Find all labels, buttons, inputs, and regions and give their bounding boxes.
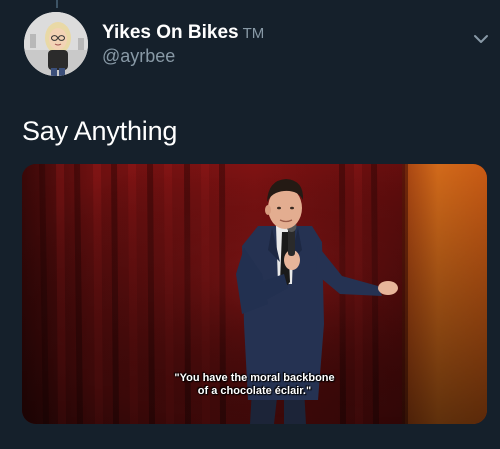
tweet-header: Yikes On Bikes TM @ayrbee xyxy=(22,10,492,82)
display-name[interactable]: Yikes On Bikes xyxy=(102,22,239,43)
tweet-menu-button[interactable] xyxy=(470,28,492,50)
user-handle[interactable]: @ayrbee xyxy=(102,46,175,67)
display-name-row[interactable]: Yikes On Bikes TM xyxy=(102,22,264,44)
avatar[interactable] xyxy=(22,10,90,78)
subtitle-line-1: "You have the moral backbone xyxy=(174,372,335,384)
subtitle-line-2: of a chocolate éclair." xyxy=(197,385,312,397)
video-subtitle: "You have the moral backbone of a chocol… xyxy=(22,372,487,398)
trademark-label: TM xyxy=(242,25,265,42)
bitmoji-avatar-image xyxy=(24,12,88,76)
chevron-down-icon xyxy=(474,35,488,43)
tweet-text: Say Anything xyxy=(22,116,178,146)
tweet-media-image[interactable]: "You have the moral backbone of a chocol… xyxy=(22,164,487,424)
thread-connector-line xyxy=(56,0,58,8)
